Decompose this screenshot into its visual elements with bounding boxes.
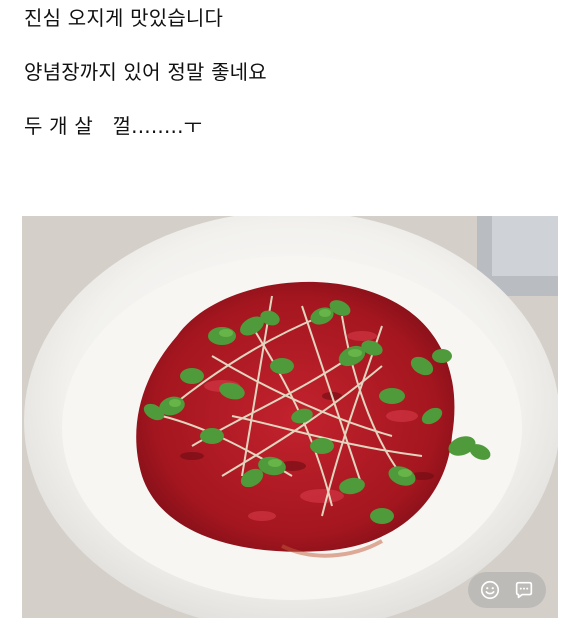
yukhoe-photo-illustration	[22, 216, 558, 618]
post-line-1: 진심 오지게 맛있습니다	[24, 6, 224, 30]
smile-icon[interactable]	[479, 579, 501, 601]
post-photo[interactable]	[22, 216, 558, 618]
post-line-3: 두 개 살 껄........ㅜ	[24, 114, 203, 138]
post-line-2: 양념장까지 있어 정말 좋네요	[24, 60, 267, 84]
chat-bubble-icon[interactable]	[513, 579, 535, 601]
photo-reaction-overlay[interactable]	[468, 572, 546, 608]
